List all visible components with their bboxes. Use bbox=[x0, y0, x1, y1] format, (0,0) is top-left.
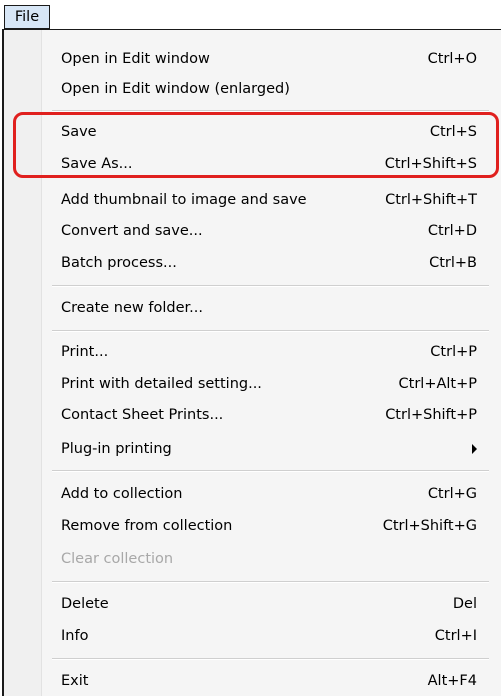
save-items-highlight-outline bbox=[13, 112, 499, 178]
menu-item-label: Plug-in printing bbox=[61, 441, 172, 457]
menu-separator bbox=[52, 470, 489, 472]
menu-item-label: Exit bbox=[61, 673, 89, 689]
submenu-arrow-icon bbox=[472, 444, 477, 454]
menu-item-label: Contact Sheet Prints... bbox=[61, 407, 224, 423]
menu-item-shortcut: Ctrl+B bbox=[429, 255, 477, 271]
menu-item-label: Print... bbox=[61, 344, 109, 360]
menu-item-add-thumbnail-and-save[interactable]: Add thumbnail to image and save Ctrl+Shi… bbox=[40, 185, 489, 215]
menu-item-print-detailed-setting[interactable]: Print with detailed setting... Ctrl+Alt+… bbox=[40, 369, 489, 399]
menu-item-batch-process[interactable]: Batch process... Ctrl+B bbox=[40, 248, 489, 278]
menu-separator bbox=[52, 581, 489, 583]
menu-item-label: Batch process... bbox=[61, 255, 177, 271]
menu-item-clear-collection: Clear collection bbox=[40, 544, 489, 574]
menu-item-label: Delete bbox=[61, 596, 109, 612]
menu-item-exit[interactable]: Exit Alt+F4 bbox=[40, 666, 489, 696]
menu-item-contact-sheet-prints[interactable]: Contact Sheet Prints... Ctrl+Shift+P bbox=[40, 400, 489, 430]
menu-item-shortcut: Del bbox=[452, 596, 477, 612]
menu-item-plug-in-printing[interactable]: Plug-in printing bbox=[40, 434, 489, 464]
menu-item-shortcut: Ctrl+Alt+P bbox=[398, 376, 477, 392]
file-menu-button[interactable]: File bbox=[4, 5, 50, 29]
menu-item-label: Info bbox=[61, 628, 89, 644]
menu-item-label: Open in Edit window (enlarged) bbox=[61, 81, 290, 97]
menu-item-label: Create new folder... bbox=[61, 300, 203, 316]
menu-item-shortcut: Ctrl+Shift+T bbox=[385, 192, 477, 208]
menu-item-label: Print with detailed setting... bbox=[61, 376, 262, 392]
menu-item-shortcut: Ctrl+Shift+G bbox=[382, 518, 477, 534]
menu-separator bbox=[52, 330, 489, 332]
menu-separator bbox=[52, 658, 489, 660]
menu-item-shortcut: Ctrl+I bbox=[434, 628, 477, 644]
menu-item-info[interactable]: Info Ctrl+I bbox=[40, 621, 489, 651]
menu-item-add-to-collection[interactable]: Add to collection Ctrl+G bbox=[40, 479, 489, 509]
menu-item-label: Remove from collection bbox=[61, 518, 233, 534]
menu-separator bbox=[52, 285, 489, 287]
menu-item-create-new-folder[interactable]: Create new folder... bbox=[40, 293, 489, 323]
menu-item-shortcut: Ctrl+O bbox=[427, 51, 477, 67]
menu-item-label: Open in Edit window bbox=[61, 51, 210, 67]
menu-item-print[interactable]: Print... Ctrl+P bbox=[40, 337, 489, 367]
menu-item-convert-and-save[interactable]: Convert and save... Ctrl+D bbox=[40, 216, 489, 246]
menu-item-shortcut: Ctrl+D bbox=[427, 223, 477, 239]
menu-item-shortcut: Ctrl+P bbox=[430, 344, 477, 360]
menu-item-open-in-edit-window[interactable]: Open in Edit window Ctrl+O bbox=[40, 44, 489, 74]
menu-item-shortcut: Ctrl+Shift+P bbox=[385, 407, 477, 423]
menu-item-label: Add thumbnail to image and save bbox=[61, 192, 307, 208]
menu-item-label: Add to collection bbox=[61, 486, 183, 502]
menu-item-shortcut: Alt+F4 bbox=[427, 673, 477, 689]
menu-item-label: Convert and save... bbox=[61, 223, 203, 239]
menu-item-label: Clear collection bbox=[61, 551, 174, 567]
menu-item-open-in-edit-window-enlarged[interactable]: Open in Edit window (enlarged) bbox=[40, 74, 489, 104]
menu-item-remove-from-collection[interactable]: Remove from collection Ctrl+Shift+G bbox=[40, 511, 489, 541]
menu-item-shortcut: Ctrl+G bbox=[427, 486, 477, 502]
menu-item-delete[interactable]: Delete Del bbox=[40, 589, 489, 619]
